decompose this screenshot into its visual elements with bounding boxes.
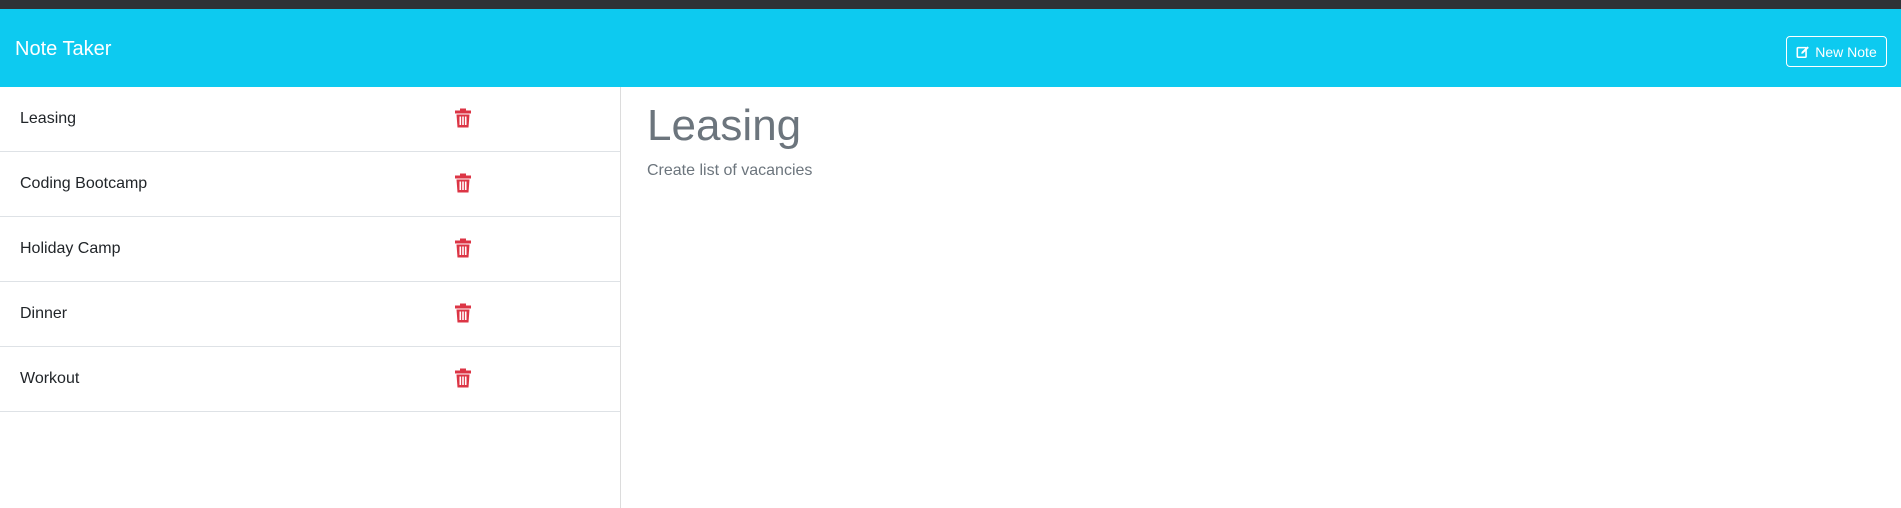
note-list-item[interactable]: Dinner: [0, 282, 620, 347]
new-note-button[interactable]: New Note: [1786, 36, 1887, 67]
note-list-item[interactable]: Holiday Camp: [0, 217, 620, 282]
note-list-item[interactable]: Leasing: [0, 87, 620, 152]
notes-sidebar: Leasing Coding Bootcamp Holiday Camp Din…: [0, 87, 621, 508]
note-content: Leasing Create list of vacancies: [647, 87, 1877, 181]
trash-icon[interactable]: [454, 108, 472, 128]
note-list-item-title: Dinner: [20, 305, 68, 322]
note-list-item-title: Holiday Camp: [20, 240, 121, 257]
new-note-label: New Note: [1815, 43, 1877, 60]
browser-top-strip: [0, 0, 1901, 9]
trash-icon[interactable]: [454, 238, 472, 258]
note-list-item-title: Workout: [20, 370, 80, 387]
edit-icon: [1796, 45, 1810, 58]
app-title[interactable]: Note Taker: [15, 37, 111, 61]
note-text[interactable]: Create list of vacancies: [647, 161, 1877, 181]
note-list-item[interactable]: Workout: [0, 347, 620, 412]
note-list-item-title: Coding Bootcamp: [20, 175, 148, 192]
note-title-heading[interactable]: Leasing: [647, 101, 1877, 151]
trash-icon[interactable]: [454, 173, 472, 193]
trash-icon[interactable]: [454, 303, 472, 323]
navbar: Note Taker New Note: [0, 9, 1901, 87]
note-list-item[interactable]: Coding Bootcamp: [0, 152, 620, 217]
trash-icon[interactable]: [454, 368, 472, 388]
note-list-item-title: Leasing: [20, 110, 77, 127]
